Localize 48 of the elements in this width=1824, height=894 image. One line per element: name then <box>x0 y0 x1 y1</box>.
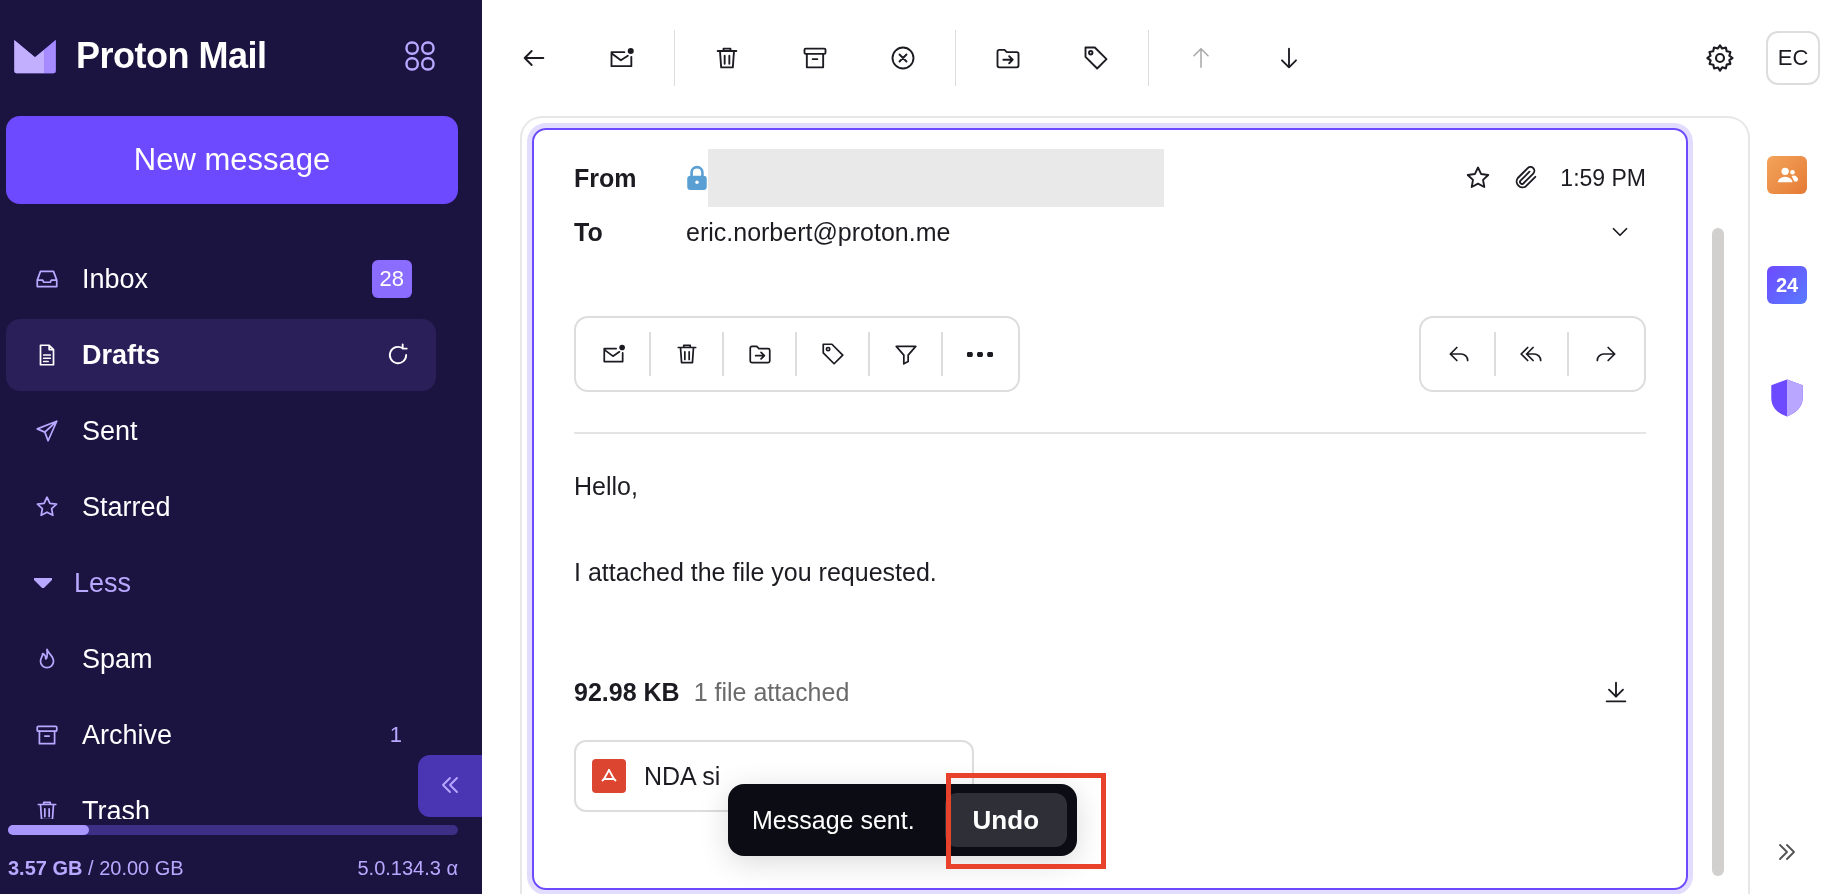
folder-item[interactable]: Spam <box>6 623 436 695</box>
folder-label: Sent <box>82 415 138 447</box>
folder-item[interactable]: Inbox 28 <box>6 243 436 315</box>
caret-icon <box>34 578 52 588</box>
folder-item[interactable]: Less <box>6 547 436 619</box>
new-message-button[interactable]: New message <box>6 116 458 204</box>
folder-label: Archive <box>82 719 173 751</box>
folder-item[interactable]: Drafts <box>6 319 436 391</box>
folder-item[interactable]: Sent <box>6 395 436 467</box>
to-label: To <box>574 217 604 247</box>
settings-icon <box>1704 42 1736 74</box>
paper-plane-icon <box>34 418 60 444</box>
folder-item[interactable]: Trash <box>6 775 414 819</box>
folder-item[interactable]: Starred <box>6 471 436 543</box>
folder-count: 1 <box>389 722 403 748</box>
unread-badge: 28 <box>371 260 412 298</box>
folder-label: Trash <box>82 795 150 819</box>
tag-icon <box>819 341 846 367</box>
scrollbar-thumb[interactable] <box>1712 228 1724 876</box>
archive-box-icon <box>34 722 60 748</box>
body-paragraph: I attached the file you requested. <box>574 557 938 588</box>
folder-item[interactable]: Archive 1 <box>6 699 436 771</box>
calendar-app-button[interactable]: 24 <box>1767 266 1807 304</box>
body-paragraph: Hello, <box>574 471 639 502</box>
logo-text: Proton Mail <box>76 35 267 77</box>
message-time: 1:59 PM <box>1560 164 1646 192</box>
folder-label: Drafts <box>82 339 161 371</box>
undo-button[interactable]: Undo <box>944 793 1067 847</box>
trash-icon <box>34 798 60 819</box>
user-avatar-button[interactable]: EC <box>1766 31 1820 85</box>
folder-label: Spam <box>82 643 153 675</box>
attachment-size: 92.98 KB <box>574 677 680 707</box>
shield-icon <box>1769 378 1805 418</box>
folder-label: Less <box>74 567 132 599</box>
attachment-name: NDA si <box>644 761 721 791</box>
contacts-app-button[interactable] <box>1767 156 1807 194</box>
collapse-sidebar-button[interactable] <box>418 755 482 817</box>
folder-label: Inbox <box>82 263 149 295</box>
more-icon <box>966 351 993 357</box>
recipient-address: eric.norbert@proton.me <box>686 217 951 247</box>
from-label: From <box>574 163 638 193</box>
apps-button[interactable] <box>402 38 438 74</box>
folder-label: Starred <box>82 491 171 523</box>
storage-usage: 3.57 GB / 20.00 GB <box>8 857 184 880</box>
version-label: 5.0.134.3 α <box>357 857 458 880</box>
pdf-file-icon <box>592 759 626 793</box>
attachment-summary: 1 file attached <box>693 677 850 707</box>
apps-grid-icon <box>402 38 438 74</box>
